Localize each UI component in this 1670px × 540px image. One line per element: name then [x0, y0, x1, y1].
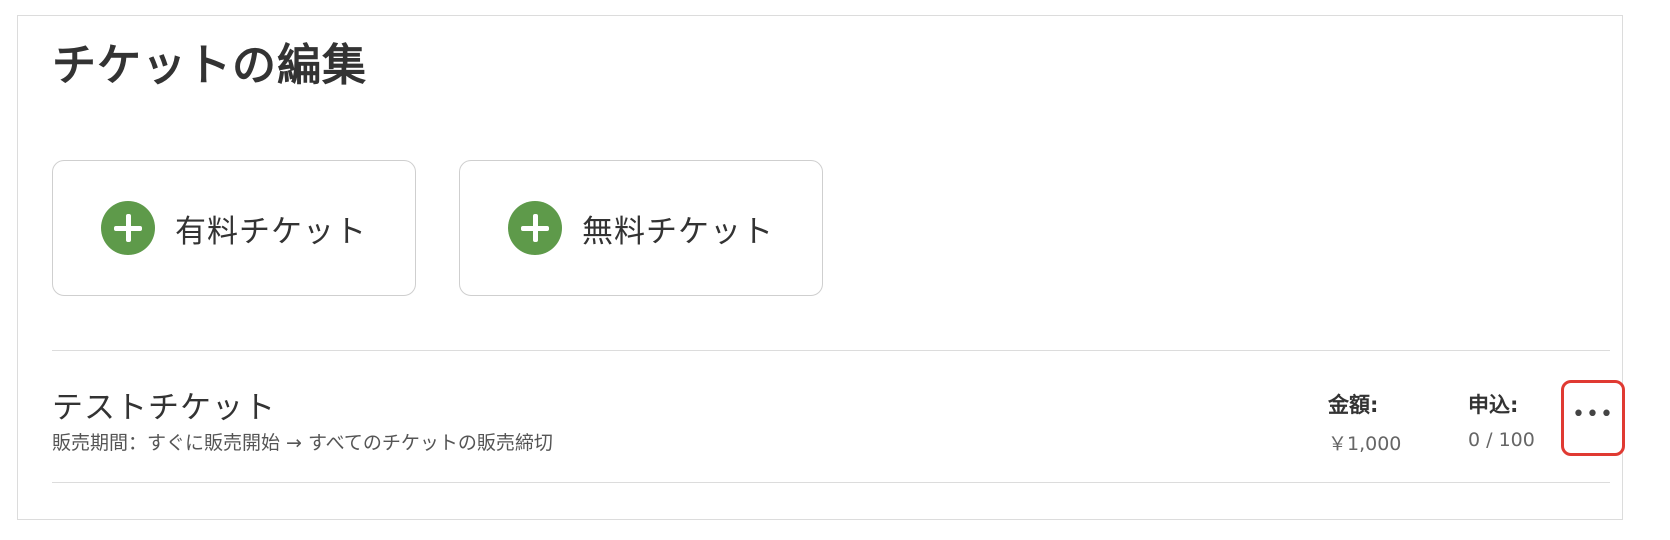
ticket-sales-period: 販売期間：すぐに販売開始 → すべてのチケットの販売締切	[52, 432, 553, 454]
ticket-applications: 申込: 0 / 100	[1468, 389, 1535, 451]
add-free-ticket-label: 無料チケット	[582, 213, 774, 250]
add-paid-ticket-label: 有料チケット	[175, 213, 367, 250]
divider	[52, 350, 1610, 351]
more-options-button[interactable]: •••	[1561, 380, 1625, 456]
applications-label: 申込:	[1468, 393, 1519, 417]
ticket-price: 金額: ￥1,000	[1328, 389, 1401, 456]
divider	[52, 482, 1610, 483]
add-free-ticket-button[interactable]: 無料チケット	[459, 160, 823, 296]
ticket-editor-panel: チケットの編集 有料チケット 無料チケット テストチケット 販売期間：すぐに販売…	[17, 15, 1625, 520]
price-label: 金額:	[1328, 393, 1379, 417]
add-paid-ticket-button[interactable]: 有料チケット	[52, 160, 416, 296]
more-horizontal-icon: •••	[1572, 402, 1614, 427]
price-value: ￥1,000	[1328, 433, 1402, 455]
applications-value: 0 / 100	[1468, 429, 1535, 451]
ticket-name: テストチケット	[52, 390, 276, 426]
page-title: チケットの編集	[52, 40, 367, 91]
plus-circle-icon	[101, 201, 155, 255]
plus-circle-icon	[508, 201, 562, 255]
